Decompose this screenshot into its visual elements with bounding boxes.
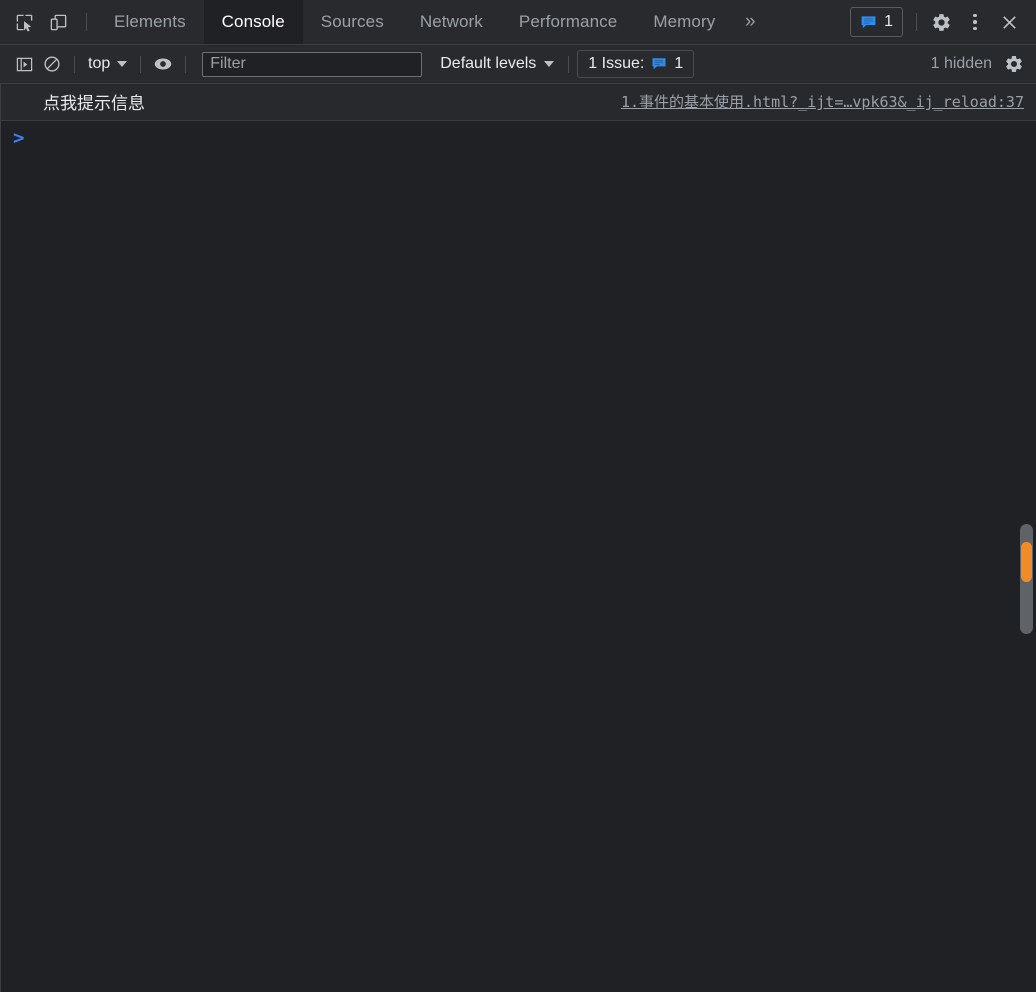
- eye-icon[interactable]: [149, 51, 177, 77]
- execution-context-selector[interactable]: top: [83, 52, 132, 76]
- execution-context-label: top: [88, 55, 111, 72]
- eye-icon-svg: [155, 58, 172, 70]
- devtools-window: Elements Console Sources Network Perform…: [0, 0, 1036, 992]
- console-sidebar-toggle-svg: [16, 57, 32, 71]
- console-prompt-input[interactable]: [24, 129, 1036, 148]
- tab-console[interactable]: Console: [203, 0, 303, 44]
- console-settings-gear-icon[interactable]: [1000, 51, 1028, 77]
- device-toolbar-icon-svg: [50, 14, 66, 30]
- toolbar-divider: [185, 55, 187, 73]
- gear-icon[interactable]: [926, 7, 956, 37]
- toolbar-divider: [74, 55, 75, 73]
- clear-console-icon[interactable]: [38, 51, 66, 77]
- console-message-row[interactable]: 点我提示信息 1.事件的基本使用.html?_ijt=…vpk63&_ij_re…: [1, 84, 1036, 121]
- kebab-dot: [973, 13, 977, 18]
- issues-message-icon: [861, 15, 876, 28]
- tab-memory[interactable]: Memory: [635, 0, 733, 44]
- close-icon[interactable]: [994, 7, 1024, 37]
- console-settings-gear-svg: [1006, 55, 1022, 73]
- device-toolbar-icon[interactable]: [43, 7, 73, 37]
- console-scrollbar-thumb[interactable]: [1021, 542, 1032, 582]
- more-tabs-icon[interactable]: »: [733, 0, 767, 44]
- kebab-dots: [973, 13, 977, 31]
- tabbar-left-tools: [0, 0, 96, 44]
- toolbar-divider: [140, 55, 142, 73]
- gear-icon-svg: [932, 13, 950, 31]
- console-message-text: 点我提示信息: [43, 94, 145, 114]
- kebab-dot: [973, 20, 977, 24]
- tabbar-right-divider: [916, 13, 917, 31]
- console-scrollbar[interactable]: [1020, 524, 1033, 634]
- console-prompt-row[interactable]: >: [1, 121, 1036, 151]
- issues-toolbar-button[interactable]: 1 Issue: 1: [577, 50, 695, 78]
- console-sidebar-toggle-icon[interactable]: [10, 51, 38, 77]
- issues-badge-button[interactable]: 1: [850, 7, 903, 37]
- tab-network[interactable]: Network: [402, 0, 501, 44]
- devtools-tabbar: Elements Console Sources Network Perform…: [0, 0, 1036, 45]
- clear-console-svg: [44, 56, 60, 72]
- filter-input[interactable]: [202, 51, 423, 77]
- kebab-menu-icon[interactable]: [960, 7, 990, 37]
- tab-performance[interactable]: Performance: [501, 0, 635, 44]
- console-message-area[interactable]: 点我提示信息 1.事件的基本使用.html?_ijt=…vpk63&_ij_re…: [0, 84, 1036, 992]
- tab-sources[interactable]: Sources: [303, 0, 402, 44]
- console-toolbar: top Default levels 1 Issue: 1 1 hidden: [0, 45, 1036, 84]
- chevron-down-icon: [117, 61, 128, 67]
- tab-elements[interactable]: Elements: [96, 0, 204, 44]
- log-levels-label: Default levels: [440, 55, 537, 72]
- issues-message-icon: [652, 58, 666, 70]
- devtools-tab-list: Elements Console Sources Network Perform…: [96, 0, 767, 44]
- issues-badge-count: 1: [884, 13, 893, 30]
- toolbar-divider: [568, 55, 570, 73]
- close-icon-svg: [1002, 15, 1016, 29]
- tabbar-divider: [86, 13, 87, 31]
- log-levels-selector[interactable]: Default levels: [434, 55, 560, 73]
- inspect-element-icon[interactable]: [9, 7, 39, 37]
- console-message-source-link[interactable]: 1.事件的基本使用.html?_ijt=…vpk63&_ij_reload:37: [621, 91, 1024, 112]
- issues-toolbar-label: 1 Issue:: [588, 55, 645, 72]
- tabbar-right-tools: 1: [850, 0, 1036, 44]
- hidden-messages-label: 1 hidden: [930, 55, 992, 72]
- inspect-element-icon-svg: [16, 14, 32, 32]
- issues-toolbar-count: 1: [674, 55, 684, 72]
- chevron-down-icon: [544, 61, 555, 67]
- console-prompt-caret-icon: >: [13, 127, 25, 149]
- kebab-dot: [973, 26, 977, 31]
